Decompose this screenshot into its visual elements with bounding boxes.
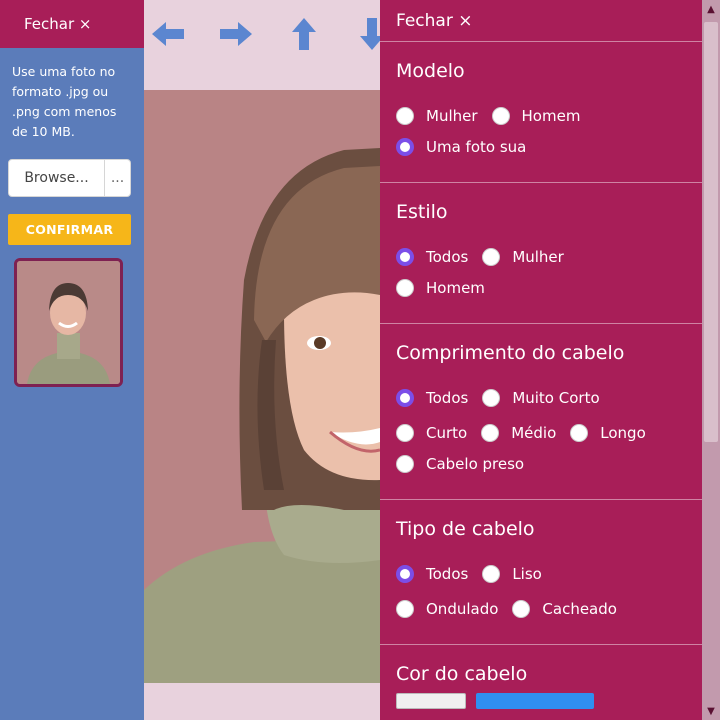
hairstyle-preview	[144, 90, 380, 683]
file-input[interactable]: Browse... ...	[8, 159, 131, 197]
radio-button-selected[interactable]	[396, 388, 414, 407]
radio-button-selected[interactable]	[396, 137, 414, 156]
section-title: Modelo	[396, 60, 465, 82]
option-label: Mulher	[426, 106, 478, 125]
option-mulher[interactable]: Mulher	[396, 106, 478, 125]
radio-button-selected[interactable]	[396, 564, 414, 583]
file-name-field: ...	[110, 170, 125, 186]
scrollbar-thumb[interactable]	[704, 22, 718, 442]
option-row: Uma foto sua	[396, 131, 702, 162]
option-label: Longo	[600, 423, 646, 442]
page-scrollbar[interactable]: ▲ ▼	[702, 0, 720, 720]
arrow-right-icon[interactable]	[216, 14, 256, 54]
option-homem[interactable]: Homem	[491, 106, 581, 125]
option-mulher[interactable]: Mulher	[482, 247, 564, 266]
uploaded-photo-thumbnail[interactable]	[14, 258, 123, 387]
option-row: Todos Muito Corto	[396, 382, 702, 413]
section-title: Comprimento do cabelo	[396, 342, 625, 364]
option-row: Curto Médio Longo	[396, 417, 702, 448]
option-label: Homem	[426, 278, 485, 297]
option-label: Médio	[511, 423, 557, 442]
option-label: Todos	[426, 247, 469, 266]
option-label: Todos	[426, 388, 469, 407]
section-tipo: Tipo de cabelo Todos Liso Ondulado Cache…	[380, 500, 702, 645]
option-label: Liso	[512, 564, 542, 583]
section-title: Cor do cabelo	[396, 663, 528, 685]
section-cor: Cor do cabelo	[380, 645, 702, 720]
radio-button-selected[interactable]	[396, 247, 414, 266]
option-todos[interactable]: Todos	[396, 247, 469, 266]
option-label: Cabelo preso	[426, 454, 525, 473]
left-close-button[interactable]: Fechar ×	[0, 0, 144, 48]
option-row: Cabelo preso	[396, 448, 702, 479]
option-label: Homem	[521, 106, 581, 125]
option-row: Todos Liso	[396, 558, 702, 589]
option-cacheado[interactable]: Cacheado	[512, 599, 617, 618]
upload-hint: Use uma foto no formato .jpg ou .png com…	[12, 64, 117, 139]
portrait-preview-image	[144, 90, 380, 683]
section-title: Tipo de cabelo	[396, 518, 535, 540]
color-swatch[interactable]	[396, 693, 466, 709]
radio-button[interactable]	[482, 247, 501, 266]
radio-button[interactable]	[396, 106, 414, 125]
option-liso[interactable]: Liso	[482, 564, 542, 583]
option-longo[interactable]: Longo	[570, 423, 646, 442]
section-modelo: Modelo Mulher Homem Uma foto sua	[380, 42, 702, 183]
option-label: Todos	[426, 564, 469, 583]
option-label: Mulher	[512, 247, 564, 266]
option-row: Todos Mulher	[396, 241, 702, 272]
arrow-left-icon[interactable]	[148, 14, 188, 54]
radio-button[interactable]	[491, 106, 510, 125]
section-comprimento: Comprimento do cabelo Todos Muito Corto …	[380, 324, 702, 500]
filter-panel: Fechar × Modelo Mulher Homem Uma foto su…	[380, 0, 702, 720]
option-label: Muito Corto	[512, 388, 600, 407]
radio-button[interactable]	[482, 388, 501, 407]
color-swatches	[396, 693, 702, 709]
radio-button[interactable]	[482, 564, 501, 583]
radio-button[interactable]	[396, 423, 414, 442]
radio-button[interactable]	[481, 423, 500, 442]
option-todos[interactable]: Todos	[396, 388, 469, 407]
option-ondulado[interactable]: Ondulado	[396, 599, 499, 618]
option-row: Homem	[396, 272, 702, 303]
arrow-up-icon[interactable]	[284, 14, 324, 54]
filter-close-button[interactable]: Fechar ×	[380, 0, 702, 42]
color-swatch[interactable]	[476, 693, 594, 709]
portrait-thumbnail-image	[17, 261, 120, 384]
radio-button[interactable]	[512, 599, 531, 618]
option-label: Uma foto sua	[426, 137, 527, 156]
option-label: Ondulado	[426, 599, 499, 618]
confirm-button[interactable]: CONFIRMAR	[8, 214, 131, 245]
option-uma-foto-sua[interactable]: Uma foto sua	[396, 137, 527, 156]
scroll-up-icon[interactable]: ▲	[702, 0, 720, 18]
option-todos[interactable]: Todos	[396, 564, 469, 583]
navigation-toolbar	[144, 0, 384, 90]
section-estilo: Estilo Todos Mulher Homem	[380, 183, 702, 324]
radio-button[interactable]	[396, 454, 414, 473]
radio-button[interactable]	[396, 278, 414, 297]
browse-button[interactable]: Browse...	[9, 160, 105, 196]
option-homem[interactable]: Homem	[396, 278, 485, 297]
option-label: Curto	[426, 423, 468, 442]
option-curto[interactable]: Curto	[396, 423, 468, 442]
option-cabelo-preso[interactable]: Cabelo preso	[396, 454, 525, 473]
option-label: Cacheado	[542, 599, 617, 618]
section-title: Estilo	[396, 201, 448, 223]
upload-panel: Fechar × Use uma foto no formato .jpg ou…	[0, 0, 144, 720]
option-muito-corto[interactable]: Muito Corto	[482, 388, 600, 407]
option-medio[interactable]: Médio	[481, 423, 557, 442]
option-row: Mulher Homem	[396, 100, 702, 131]
option-row: Ondulado Cacheado	[396, 593, 702, 624]
radio-button[interactable]	[396, 599, 414, 618]
scroll-down-icon[interactable]: ▼	[702, 702, 720, 720]
radio-button[interactable]	[570, 423, 589, 442]
